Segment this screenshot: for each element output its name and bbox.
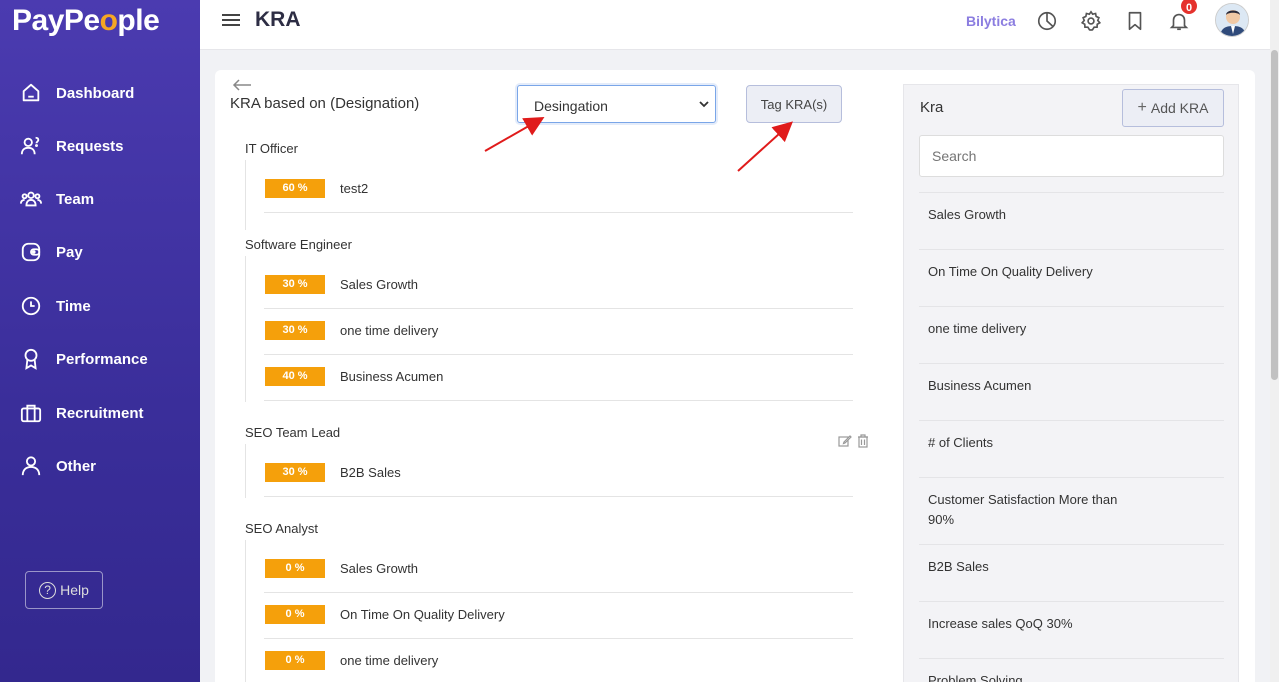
page-title: KRA xyxy=(255,8,301,31)
tree-line xyxy=(245,160,246,230)
weight-badge: 30 % xyxy=(265,463,325,482)
kra-row[interactable]: 0 % one time delivery xyxy=(264,639,853,682)
kra-list-item[interactable]: Customer Satisfaction More than 90% xyxy=(919,477,1224,544)
kra-list-item[interactable]: Problem Solving xyxy=(919,658,1224,682)
user-question-icon xyxy=(20,136,40,155)
paypeople-logo[interactable]: PayPeople xyxy=(12,4,160,38)
weight-badge: 60 % xyxy=(265,179,325,198)
kra-name: test2 xyxy=(340,181,369,196)
edit-icon[interactable] xyxy=(838,434,852,448)
award-icon xyxy=(24,348,38,370)
kra-row[interactable]: 30 % B2B Sales xyxy=(264,451,853,497)
kra-name: B2B Sales xyxy=(340,465,401,480)
sidebar-item-team[interactable]: Team xyxy=(0,179,200,219)
company-name[interactable]: Bilytica xyxy=(966,13,1016,29)
pie-chart-icon[interactable] xyxy=(1036,10,1058,32)
kra-row[interactable]: 40 % Business Acumen xyxy=(264,355,853,401)
kra-name: Business Acumen xyxy=(340,369,444,384)
tag-kra-button[interactable]: Tag KRA(s) xyxy=(746,85,842,123)
kra-list-item[interactable]: Sales Growth xyxy=(919,192,1224,249)
group-title: Software Engineer xyxy=(245,237,352,252)
kra-list-item[interactable]: # of Clients xyxy=(919,420,1224,477)
gear-icon[interactable] xyxy=(1080,10,1102,32)
weight-badge: 0 % xyxy=(265,651,325,670)
page-scrollbar[interactable] xyxy=(1270,0,1279,682)
kra-list-item[interactable]: Increase sales QoQ 30% xyxy=(919,601,1224,658)
plus-icon: + xyxy=(1137,99,1147,116)
weight-badge: 0 % xyxy=(265,605,325,624)
briefcase-icon xyxy=(20,404,42,423)
kra-row[interactable]: 30 % one time delivery xyxy=(264,309,853,355)
avatar[interactable] xyxy=(1215,3,1249,37)
kra-name: On Time On Quality Delivery xyxy=(340,607,505,622)
sidebar-item-recruitment[interactable]: Recruitment xyxy=(0,393,200,433)
sidebar-item-pay[interactable]: Pay xyxy=(0,232,200,272)
kra-search-input[interactable] xyxy=(919,135,1224,177)
kra-name: one time delivery xyxy=(340,323,439,338)
group-title: IT Officer xyxy=(245,141,298,156)
kra-name: Sales Growth xyxy=(340,561,419,576)
kra-list-item[interactable]: On Time On Quality Delivery xyxy=(919,249,1224,306)
wallet-icon xyxy=(21,242,41,262)
kra-row[interactable]: 30 % Sales Growth xyxy=(264,263,853,309)
clock-icon xyxy=(21,296,41,316)
weight-badge: 0 % xyxy=(265,559,325,578)
home-icon xyxy=(22,83,40,102)
group-actions xyxy=(838,434,869,448)
designation-select[interactable]: Desingation xyxy=(517,85,716,123)
team-icon xyxy=(20,191,42,207)
menu-toggle-icon[interactable] xyxy=(222,14,240,28)
help-button[interactable]: ? Help xyxy=(25,571,103,609)
kra-row[interactable]: 60 % test2 xyxy=(264,167,853,213)
tree-line xyxy=(245,256,246,402)
kra-name: one time delivery xyxy=(340,653,439,668)
user-icon xyxy=(21,456,41,476)
back-arrow-icon[interactable] xyxy=(232,78,252,92)
kra-row[interactable]: 0 % Sales Growth xyxy=(264,547,853,593)
sidebar-item-dashboard[interactable]: Dashboard xyxy=(0,73,200,113)
tree-line xyxy=(245,444,246,498)
kra-panel-title: Kra xyxy=(920,99,944,116)
kra-name: Sales Growth xyxy=(340,277,419,292)
group-title: SEO Team Lead xyxy=(245,425,341,440)
add-kra-button[interactable]: + Add KRA xyxy=(1122,89,1224,127)
trash-icon[interactable] xyxy=(857,434,869,448)
chevron-down-icon xyxy=(699,101,709,108)
group-title: SEO Analyst xyxy=(245,521,318,536)
kra-list-item[interactable]: B2B Sales xyxy=(919,544,1224,601)
sidebar-item-time[interactable]: Time xyxy=(0,286,200,326)
kra-section-title: KRA based on (Designation) xyxy=(230,95,420,112)
sidebar: PayPeople Dashboard Requests Team Pay Ti… xyxy=(0,0,200,682)
sidebar-item-requests[interactable]: Requests xyxy=(0,126,200,166)
top-header: KRA Bilytica 0 xyxy=(200,0,1270,50)
kra-list-item[interactable]: Business Acumen xyxy=(919,363,1224,420)
bookmark-icon[interactable] xyxy=(1124,10,1146,32)
weight-badge: 40 % xyxy=(265,367,325,386)
weight-badge: 30 % xyxy=(265,321,325,340)
notification-badge: 0 xyxy=(1179,0,1199,16)
help-icon: ? xyxy=(39,581,57,599)
kra-list-item[interactable]: one time delivery xyxy=(919,306,1224,363)
sidebar-item-other[interactable]: Other xyxy=(0,446,200,486)
kra-row[interactable]: 0 % On Time On Quality Delivery xyxy=(264,593,853,639)
weight-badge: 30 % xyxy=(265,275,325,294)
sidebar-item-performance[interactable]: Performance xyxy=(0,339,200,379)
tree-line xyxy=(245,540,246,682)
